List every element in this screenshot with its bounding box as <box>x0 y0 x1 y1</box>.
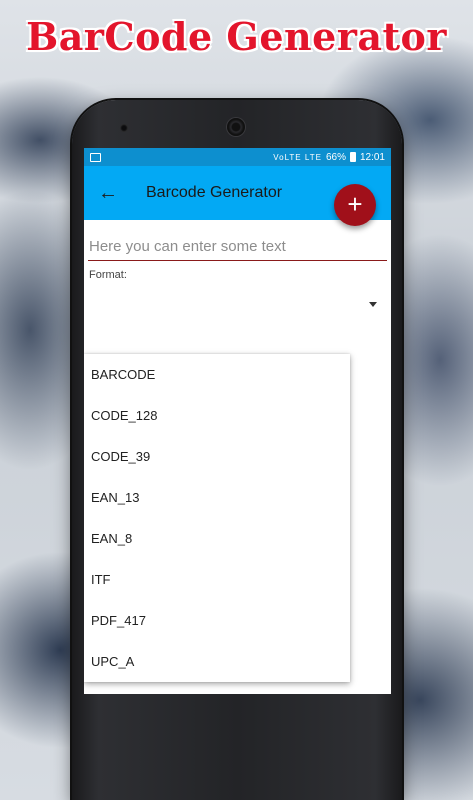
dropdown-arrow-icon[interactable] <box>369 302 377 307</box>
front-camera <box>120 124 128 132</box>
status-right: VoLTE LTE 66% 12:01 <box>273 152 385 163</box>
menu-item-code-128[interactable]: CODE_128 <box>84 395 350 436</box>
menu-item-ean-13[interactable]: EAN_13 <box>84 477 350 518</box>
format-label: Format: <box>89 269 127 281</box>
battery-icon <box>349 152 356 162</box>
image-notification-icon <box>90 152 101 162</box>
phone-screen: VoLTE LTE 66% 12:01 ← Barcode Generator … <box>84 148 391 694</box>
menu-item-pdf-417[interactable]: PDF_417 <box>84 600 350 641</box>
form: Format: BARCODE CODE_128 CODE_39 EAN_13 … <box>84 220 391 682</box>
menu-item-ean-8[interactable]: EAN_8 <box>84 518 350 559</box>
menu-item-code-39[interactable]: CODE_39 <box>84 436 350 477</box>
promo-title: BarCode Generator <box>26 14 447 59</box>
page-title: Barcode Generator <box>146 184 283 201</box>
menu-item-itf[interactable]: ITF <box>84 559 350 600</box>
text-input[interactable] <box>88 234 387 261</box>
status-bar: VoLTE LTE 66% 12:01 <box>84 148 391 166</box>
menu-item-barcode[interactable]: BARCODE <box>84 354 350 395</box>
battery-percent: 66% <box>325 151 346 163</box>
add-button[interactable]: + <box>334 184 376 226</box>
earpiece-speaker <box>227 118 245 136</box>
signal-icons: VoLTE LTE <box>273 152 322 162</box>
format-dropdown-menu: BARCODE CODE_128 CODE_39 EAN_13 EAN_8 IT… <box>84 354 350 682</box>
clock: 12:01 <box>359 151 385 163</box>
back-arrow-icon[interactable]: ← <box>98 182 124 205</box>
menu-item-upc-a[interactable]: UPC_A <box>84 641 350 682</box>
